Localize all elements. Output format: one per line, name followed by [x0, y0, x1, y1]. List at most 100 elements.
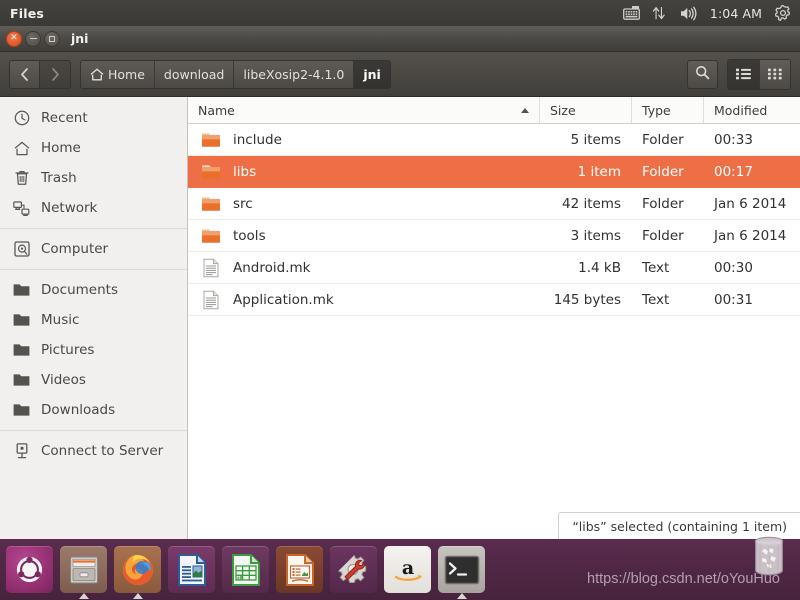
network-icon	[13, 200, 30, 217]
keyboard-icon[interactable]	[622, 6, 640, 20]
forward-button[interactable]	[40, 59, 71, 89]
sidebar-separator	[0, 430, 187, 431]
file-type-cell: Folder	[642, 163, 684, 180]
grid-view-icon	[768, 65, 782, 84]
folder-icon	[13, 372, 30, 389]
window-titlebar[interactable]: ✕ jni	[0, 26, 800, 52]
file-name-label: Application.mk	[233, 291, 334, 308]
breadcrumb-item-home[interactable]: Home	[81, 60, 155, 88]
files-icon[interactable]	[60, 546, 107, 599]
sidebar-item-label: Recent	[41, 110, 88, 126]
volume-icon[interactable]	[680, 6, 697, 21]
file-name-cell: src	[188, 194, 540, 214]
folder-icon	[200, 194, 222, 214]
maximize-icon[interactable]	[44, 30, 60, 47]
breadcrumb: Home download libeXosip2-4.1.0 jni	[80, 59, 391, 89]
list-view-button[interactable]	[728, 59, 759, 89]
panel-app-menu[interactable]: Files	[10, 6, 44, 21]
file-name-cell: Android.mk	[188, 258, 540, 278]
folder-icon	[200, 130, 222, 150]
sidebar-item-label: Downloads	[41, 402, 116, 418]
file-name-cell: libs	[188, 162, 540, 182]
sidebar-item-trash[interactable]: Trash	[0, 163, 187, 193]
table-row[interactable]: include 5 items Folder 00:33	[188, 124, 800, 156]
file-size-cell: 1 item	[577, 163, 621, 180]
sidebar-item-home[interactable]: Home	[0, 133, 187, 163]
column-header-name[interactable]: Name	[188, 97, 540, 123]
breadcrumb-item-download[interactable]: download	[154, 60, 235, 88]
libreoffice-calc-icon[interactable]	[222, 546, 269, 593]
terminal-icon[interactable]	[438, 546, 485, 599]
svg-text:a: a	[401, 557, 413, 579]
sidebar: Recent Home Trash Network Computer Docum…	[0, 97, 188, 539]
table-row[interactable]: src 42 items Folder Jan 6 2014	[188, 188, 800, 220]
table-row[interactable]: tools 3 items Folder Jan 6 2014	[188, 220, 800, 252]
breadcrumb-label: jni	[363, 66, 381, 82]
table-row[interactable]: Android.mk 1.4 kB Text 00:30	[188, 252, 800, 284]
file-name-label: Android.mk	[233, 259, 311, 276]
sidebar-item-videos[interactable]: Videos	[0, 365, 187, 395]
folder-icon	[13, 312, 30, 329]
running-indicator	[78, 593, 89, 599]
view-toggle-group	[727, 58, 791, 90]
sidebar-item-pictures[interactable]: Pictures	[0, 335, 187, 365]
column-header-modified[interactable]: Modified	[704, 97, 800, 123]
file-list-header: Name Size Type Modified	[188, 97, 800, 124]
close-icon[interactable]: ✕	[6, 30, 22, 47]
clock[interactable]: 1:04 AM	[710, 6, 762, 21]
file-size-cell: 1.4 kB	[578, 259, 621, 276]
breadcrumb-label: Home	[108, 66, 145, 82]
firefox-icon[interactable]	[114, 546, 161, 599]
libreoffice-impress-icon[interactable]	[276, 546, 323, 593]
sidebar-item-recent[interactable]: Recent	[0, 103, 187, 133]
minimize-icon[interactable]	[25, 30, 41, 47]
sidebar-item-label: Documents	[41, 282, 118, 298]
table-row[interactable]: libs 1 item Folder 00:17	[188, 156, 800, 188]
search-button[interactable]	[687, 59, 718, 89]
sidebar-item-label: Pictures	[41, 342, 95, 358]
file-size-cell: 3 items	[570, 227, 621, 244]
sidebar-item-label: Music	[41, 312, 80, 328]
column-header-label: Name	[198, 102, 235, 118]
file-type-cell: Folder	[642, 227, 684, 244]
folder-icon	[200, 162, 222, 182]
column-header-size[interactable]: Size	[540, 97, 632, 123]
sidebar-item-label: Trash	[41, 170, 77, 186]
system-menu-icon[interactable]	[775, 5, 791, 21]
breadcrumb-item-jni[interactable]: jni	[354, 60, 390, 88]
libreoffice-writer-icon[interactable]	[168, 546, 215, 593]
ubuntu-dash-icon[interactable]	[6, 546, 53, 593]
sidebar-item-computer[interactable]: Computer	[0, 234, 187, 264]
trash-icon[interactable]	[748, 534, 790, 578]
sidebar-item-connect-to-server[interactable]: Connect to Server	[0, 436, 187, 466]
window-title: jni	[71, 31, 89, 46]
file-size-cell: 145 bytes	[553, 291, 621, 308]
toolbar: Home download libeXosip2-4.1.0 jni	[0, 52, 800, 97]
desktop: Files 1:04 AM ✕ jni Home download libeXo…	[0, 0, 800, 600]
sidebar-item-label: Connect to Server	[41, 443, 164, 459]
file-modified-cell: Jan 6 2014	[714, 195, 787, 212]
table-row[interactable]: Application.mk 145 bytes Text 00:31	[188, 284, 800, 316]
column-header-label: Modified	[714, 102, 768, 118]
file-modified-cell: Jan 6 2014	[714, 227, 787, 244]
file-name-label: libs	[233, 163, 257, 180]
column-header-type[interactable]: Type	[632, 97, 704, 123]
breadcrumb-item-libexosip2[interactable]: libeXosip2-4.1.0	[234, 60, 355, 88]
sidebar-separator	[0, 269, 187, 270]
sidebar-item-downloads[interactable]: Downloads	[0, 395, 187, 425]
sidebar-separator	[0, 228, 187, 229]
amazon-icon[interactable]: a	[384, 546, 431, 593]
grid-view-button[interactable]	[759, 59, 790, 89]
sidebar-item-network[interactable]: Network	[0, 193, 187, 223]
file-modified-cell: 00:33	[714, 131, 753, 148]
network-icon[interactable]	[652, 6, 667, 21]
system-settings-icon[interactable]	[330, 546, 377, 593]
folder-icon	[13, 282, 30, 299]
sidebar-item-music[interactable]: Music	[0, 305, 187, 335]
sidebar-item-label: Network	[41, 200, 98, 216]
file-name-cell: include	[188, 130, 540, 150]
home-icon	[90, 68, 104, 81]
sidebar-item-documents[interactable]: Documents	[0, 275, 187, 305]
file-modified-cell: 00:17	[714, 163, 753, 180]
back-button[interactable]	[9, 59, 40, 89]
